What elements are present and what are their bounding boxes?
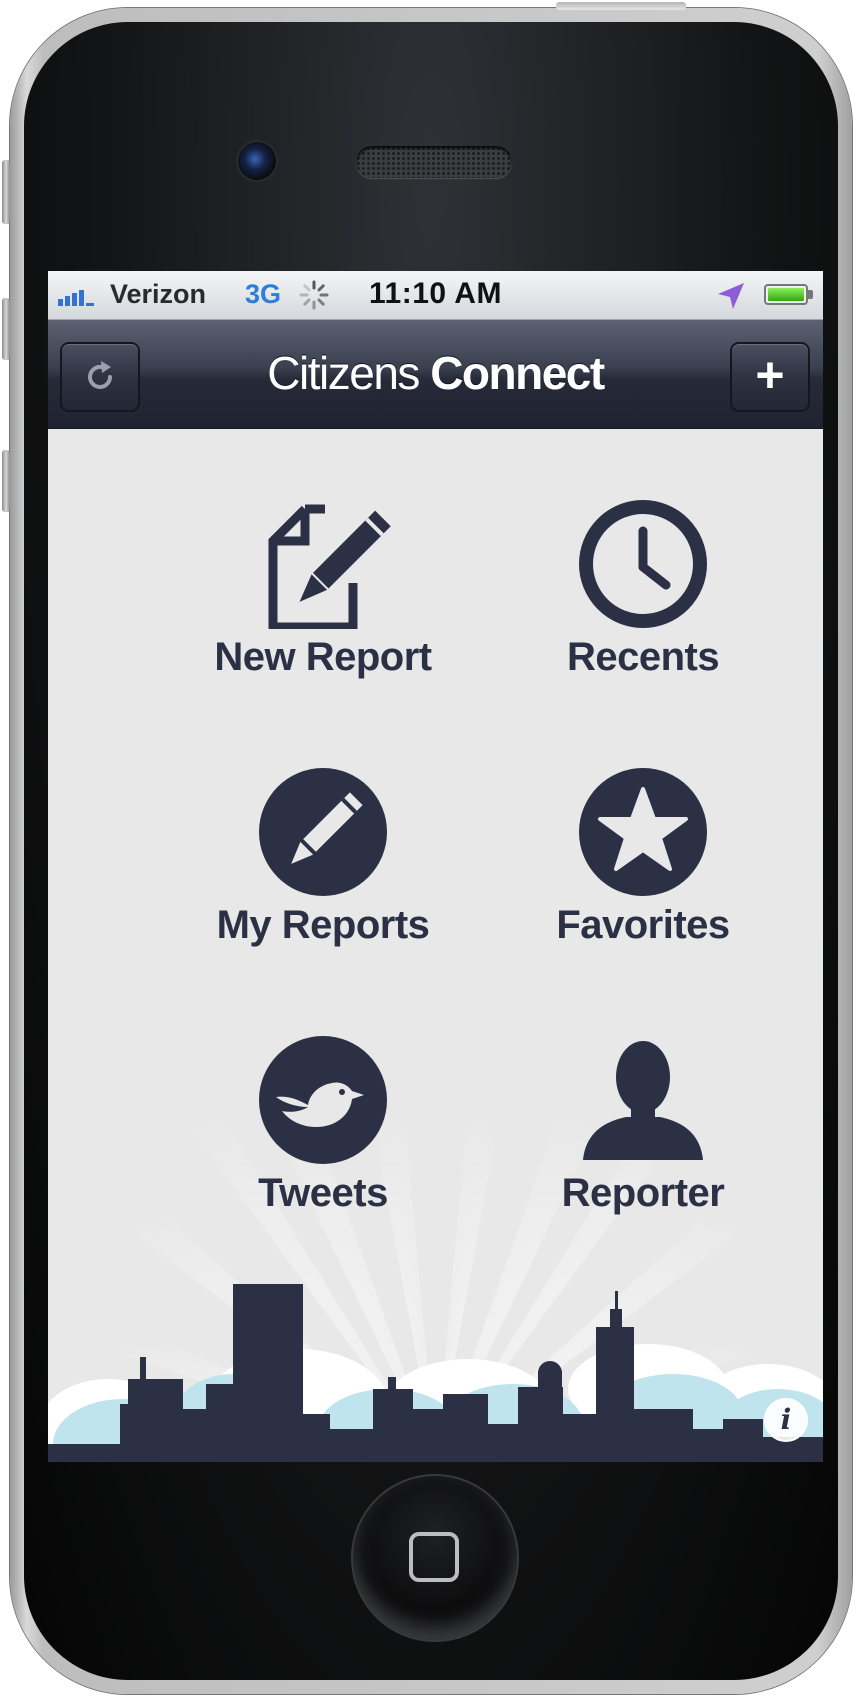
volume-up-button <box>2 298 10 360</box>
my-reports-tile[interactable]: My Reports <box>173 767 473 967</box>
app-title-bold: Connect <box>430 347 605 399</box>
home-square-icon <box>409 1532 459 1582</box>
tweets-tile[interactable]: Tweets <box>173 1035 473 1235</box>
home-menu: New Report Recents My Reports Favorites … <box>48 429 823 1462</box>
home-button[interactable] <box>353 1476 517 1640</box>
app-screen: Verizon 3G 11:10 AM Citizens Connect + N… <box>48 271 823 1462</box>
battery-tip <box>808 290 813 299</box>
status-bar: Verizon 3G 11:10 AM <box>48 271 823 320</box>
battery-icon <box>764 284 808 305</box>
bird-icon <box>259 1036 387 1164</box>
reporter-label: Reporter <box>561 1171 725 1215</box>
new-report-label: New Report <box>214 635 432 679</box>
earpiece-speaker <box>356 146 512 178</box>
info-button[interactable]: i <box>764 1398 808 1442</box>
status-time: 11:10 AM <box>369 277 502 310</box>
volume-down-button <box>2 450 10 512</box>
reporter-tile[interactable]: Reporter <box>493 1035 793 1235</box>
recents-tile[interactable]: Recents <box>493 499 793 699</box>
tweets-label: Tweets <box>258 1171 388 1215</box>
recents-label: Recents <box>566 635 720 679</box>
new-report-tile[interactable]: New Report <box>173 499 473 699</box>
clock-icon <box>579 500 707 628</box>
new-report-icon <box>268 504 391 629</box>
mute-switch <box>2 160 10 224</box>
add-button[interactable]: + <box>730 342 810 412</box>
person-icon <box>583 1041 703 1160</box>
camera-lens <box>238 142 276 180</box>
favorites-tile[interactable]: Favorites <box>493 767 793 967</box>
app-title: Citizens Connect <box>48 346 823 400</box>
location-arrow-icon <box>718 283 744 309</box>
app-title-light: Citizens <box>267 347 420 399</box>
sleep-button <box>556 2 686 10</box>
my-reports-label: My Reports <box>216 903 430 947</box>
star-icon <box>579 768 707 896</box>
pencil-circle-icon <box>259 768 387 896</box>
plus-icon: + <box>755 347 785 403</box>
favorites-label: Favorites <box>556 903 730 947</box>
navigation-bar: Citizens Connect + <box>48 320 823 429</box>
battery-level <box>768 288 804 301</box>
